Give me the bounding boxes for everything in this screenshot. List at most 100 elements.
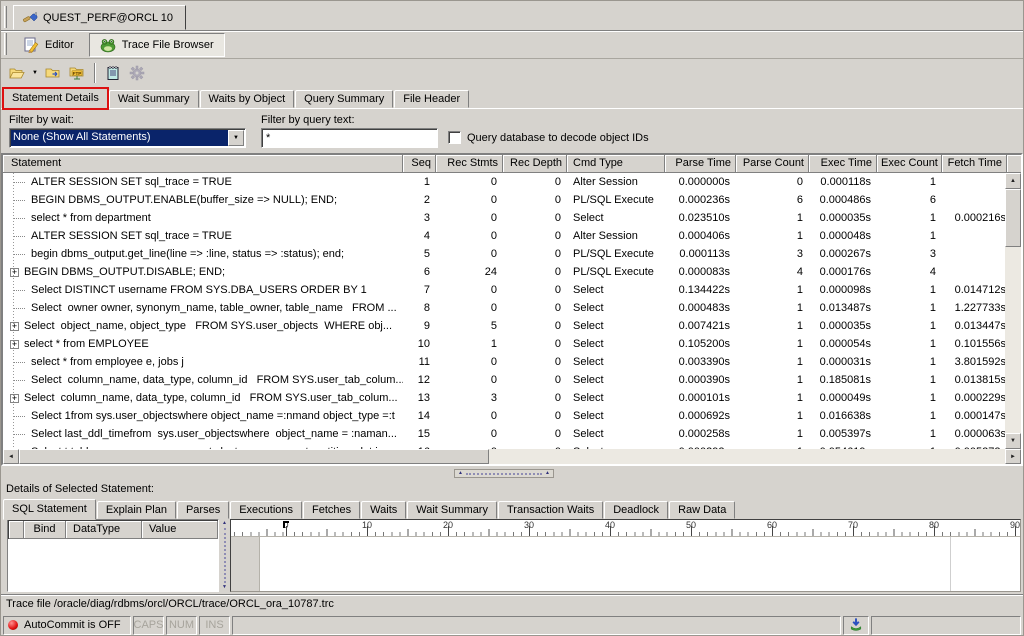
vertical-splitter[interactable]: ▲ ▼ <box>220 519 229 592</box>
trace-notes-button[interactable] <box>101 62 125 85</box>
splitter-collapse-handle[interactable]: ▲ ▲ <box>454 469 554 478</box>
expand-plus-icon[interactable]: + <box>10 268 19 277</box>
toolbar-grip[interactable] <box>4 33 7 55</box>
expand-plus-icon[interactable]: + <box>10 340 19 349</box>
table-row[interactable]: +Select object_name, object_type FROM SY… <box>3 317 1005 335</box>
tab-parses[interactable]: Parses <box>177 501 229 519</box>
table-row[interactable]: Select 1from sys.user_objectswhere objec… <box>3 407 1005 425</box>
editor-tab[interactable]: Editor <box>12 33 85 57</box>
table-row[interactable]: +Select column_name, data_type, column_i… <box>3 389 1005 407</box>
column-header-fetch-time[interactable]: Fetch Time <box>942 155 1007 173</box>
expand-plus-icon[interactable]: + <box>10 322 19 331</box>
table-row[interactable]: begin dbms_output.get_line(line => :line… <box>3 245 1005 263</box>
toolbar: ▼ FTP <box>1 59 1023 87</box>
export-panel[interactable] <box>843 616 869 635</box>
statement-text: BEGIN DBMS_OUTPUT.DISABLE; END; <box>24 263 225 281</box>
scroll-down-icon[interactable]: ▼ <box>1005 433 1021 449</box>
scrollbar-track[interactable] <box>1005 247 1021 433</box>
cell-rec-depth: 0 <box>503 173 567 191</box>
tab-deadlock[interactable]: Deadlock <box>604 501 668 519</box>
decode-object-ids-option[interactable]: Query database to decode object IDs <box>448 131 649 144</box>
trace-file-browser-tab[interactable]: Trace File Browser <box>89 33 225 57</box>
query-filter-input[interactable] <box>261 128 438 148</box>
cell-exec-time: 0.000118s <box>809 173 877 191</box>
table-row[interactable]: Select last_ddl_timefrom sys.user_object… <box>3 425 1005 443</box>
table-row[interactable]: +BEGIN DBMS_OUTPUT.DISABLE; END;6240PL/S… <box>3 263 1005 281</box>
wait-filter-select[interactable]: None (Show All Statements) ▼ <box>9 128 246 148</box>
open-folder-dropdown-button[interactable]: ▼ <box>29 62 41 85</box>
table-row[interactable]: Select owner owner, synonym_name, table_… <box>3 299 1005 317</box>
tab-explain-plan[interactable]: Explain Plan <box>97 501 176 519</box>
editor-body[interactable] <box>231 537 1020 591</box>
vertical-scrollbar[interactable]: ▲ ▼ <box>1005 173 1021 449</box>
table-row[interactable]: ALTER SESSION SET sql_trace = TRUE100Alt… <box>3 173 1005 191</box>
tab-executions[interactable]: Executions <box>230 501 302 519</box>
value-column-header[interactable]: Value <box>142 521 218 539</box>
cell-exec-count: 1 <box>877 443 942 449</box>
cell-seq: 2 <box>403 191 436 209</box>
table-row[interactable]: +select * from EMPLOYEE1010Select0.10520… <box>3 335 1005 353</box>
scrollbar-thumb[interactable] <box>1005 189 1021 247</box>
cell-rec-stmts: 0 <box>436 191 503 209</box>
session-tab[interactable]: QUEST_PERF@ORCL 10 <box>13 5 186 30</box>
tab-waits[interactable]: Waits <box>361 501 406 519</box>
cell-parse-count: 6 <box>736 191 809 209</box>
editor-pencil-icon <box>23 37 39 53</box>
cell-exec-count: 4 <box>877 263 942 281</box>
autocommit-label: AutoCommit is OFF <box>24 619 121 631</box>
column-header-statement[interactable]: Statement <box>3 155 403 173</box>
column-header-parse-time[interactable]: Parse Time <box>665 155 736 173</box>
bind-column-header[interactable]: Bind <box>24 521 66 539</box>
checkbox-icon[interactable] <box>448 131 461 144</box>
column-header-rec-depth[interactable]: Rec Depth <box>503 155 567 173</box>
tab-waits-by-object[interactable]: Waits by Object <box>200 90 295 108</box>
column-header-cmd-type[interactable]: Cmd Type <box>567 155 665 173</box>
caps-indicator: CAPS <box>133 616 164 635</box>
column-header-rec-stmts[interactable]: Rec Stmts <box>436 155 503 173</box>
cell-parse-time: 0.000083s <box>665 263 736 281</box>
ftp-open-button[interactable]: FTP <box>65 62 89 85</box>
tab-statement-details[interactable]: Statement Details <box>3 88 108 109</box>
tab-wait-summary-detail[interactable]: Wait Summary <box>407 501 497 519</box>
table-row[interactable]: Select column_name, data_type, column_id… <box>3 371 1005 389</box>
tab-wait-summary[interactable]: Wait Summary <box>109 90 199 108</box>
tab-query-summary[interactable]: Query Summary <box>295 90 393 108</box>
table-row[interactable]: select * from department300Select0.02351… <box>3 209 1005 227</box>
table-row[interactable]: select * from employee e, jobs j1100Sele… <box>3 353 1005 371</box>
table-row[interactable]: ALTER SESSION SET sql_trace = TRUE400Alt… <box>3 227 1005 245</box>
statement-text: Select 1from sys.user_objectswhere objec… <box>31 407 395 425</box>
tab-transaction-waits[interactable]: Transaction Waits <box>498 501 603 519</box>
column-header-exec-count[interactable]: Exec Count <box>877 155 942 173</box>
cell-rec-stmts: 0 <box>436 353 503 371</box>
table-row[interactable]: BEGIN DBMS_OUTPUT.ENABLE(buffer_size => … <box>3 191 1005 209</box>
scrollbar-track[interactable] <box>489 449 1005 464</box>
table-row[interactable]: Select t.table_name user as owner, t.clu… <box>3 443 1005 449</box>
column-header-parse-count[interactable]: Parse Count <box>736 155 809 173</box>
column-header-seq[interactable]: Seq <box>403 155 436 173</box>
open-folder-button[interactable] <box>5 62 29 85</box>
dropdown-arrow-icon[interactable]: ▼ <box>228 130 244 146</box>
scroll-up-icon[interactable]: ▲ <box>1005 173 1021 189</box>
table-row[interactable]: Select DISTINCT username FROM SYS.DBA_US… <box>3 281 1005 299</box>
cell-exec-count: 1 <box>877 173 942 191</box>
scroll-left-icon[interactable]: ◄ <box>3 449 19 464</box>
column-header-exec-time[interactable]: Exec Time <box>809 155 877 173</box>
horizontal-splitter[interactable]: ▲ ▲ <box>1 466 1023 481</box>
tab-fetches[interactable]: Fetches <box>303 501 360 519</box>
sql-editor[interactable]: 0102030405060708090 <box>230 519 1021 592</box>
cell-rec-depth: 0 <box>503 263 567 281</box>
expand-plus-icon[interactable]: + <box>10 394 19 403</box>
tab-sql-statement[interactable]: SQL Statement <box>3 499 96 520</box>
bind-grid-body[interactable] <box>8 539 218 591</box>
scrollbar-thumb[interactable] <box>19 449 489 464</box>
toolbar-grip[interactable] <box>4 6 7 28</box>
settings-button[interactable] <box>125 62 149 85</box>
reopen-folder-button[interactable] <box>41 62 65 85</box>
cell-rec-depth: 0 <box>503 353 567 371</box>
datatype-column-header[interactable]: DataType <box>66 521 142 539</box>
scroll-right-icon[interactable]: ► <box>1005 449 1021 464</box>
cell-rec-depth: 0 <box>503 299 567 317</box>
tab-file-header[interactable]: File Header <box>394 90 469 108</box>
tab-raw-data[interactable]: Raw Data <box>669 501 735 519</box>
horizontal-scrollbar[interactable]: ◄ ► <box>3 449 1021 464</box>
